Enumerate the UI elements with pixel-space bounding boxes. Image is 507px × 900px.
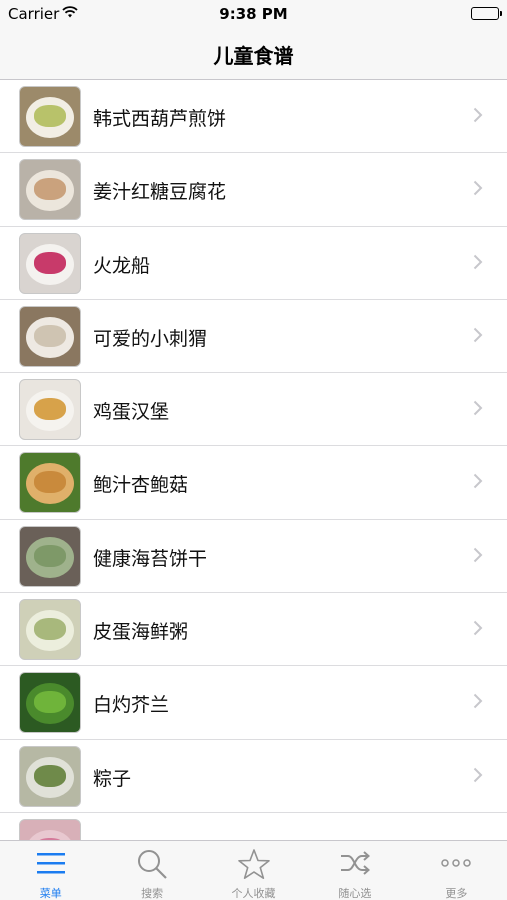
recipe-thumbnail bbox=[19, 818, 81, 840]
tab-label: 搜索 bbox=[141, 887, 164, 900]
chevron-right-icon bbox=[473, 327, 483, 347]
page-title: 儿童食谱 bbox=[213, 44, 294, 68]
recipe-name: 鲍汁杏鲍菇 bbox=[93, 474, 189, 497]
recipe-name: 可爱的小刺猬 bbox=[93, 327, 208, 350]
recipe-thumbnail bbox=[19, 159, 81, 221]
list-item[interactable]: 白灼芥兰 bbox=[0, 666, 507, 740]
recipe-name: 姜汁红糖豆腐花 bbox=[93, 181, 227, 204]
tab-search[interactable]: 搜索 bbox=[101, 841, 202, 900]
chevron-right-icon bbox=[473, 620, 483, 640]
tab-shuffle[interactable]: 随心选 bbox=[304, 841, 405, 900]
tab-label: 菜单 bbox=[39, 887, 62, 900]
recipe-list[interactable]: 韩式西葫芦煎饼 姜汁红糖豆腐花 火龙船可爱的小刺猬 鸡蛋汉堡鲍汁杏鲍菇健康海苔饼干 皮蛋… bbox=[0, 80, 507, 840]
tab-bar: 菜单 搜索 个人收藏 随心选 更多 bbox=[0, 840, 507, 900]
chevron-right-icon bbox=[473, 767, 483, 787]
list-item[interactable]: 鸡蛋汉堡 bbox=[0, 373, 507, 447]
recipe-name: 火龙船 bbox=[93, 254, 151, 277]
chevron-right-icon bbox=[473, 473, 483, 493]
recipe-thumbnail bbox=[19, 452, 81, 514]
list-item[interactable]: 可爱的小刺猬 bbox=[0, 300, 507, 374]
list-item[interactable]: 皮蛋海鲜粥 bbox=[0, 593, 507, 667]
recipe-name: 粽子 bbox=[93, 767, 132, 790]
tab-label: 随心选 bbox=[338, 887, 372, 900]
list-item[interactable]: 鲍汁杏鲍菇 bbox=[0, 446, 507, 520]
tab-more[interactable]: 更多 bbox=[406, 841, 507, 900]
list-item[interactable] bbox=[0, 813, 507, 840]
list-item[interactable]: 姜汁红糖豆腐花 bbox=[0, 153, 507, 227]
recipe-name: 白灼芥兰 bbox=[93, 694, 170, 717]
recipe-name: 鸡蛋汉堡 bbox=[93, 401, 170, 424]
recipe-thumbnail bbox=[19, 305, 81, 367]
chevron-right-icon bbox=[473, 400, 483, 420]
tab-star[interactable]: 个人收藏 bbox=[203, 841, 304, 900]
recipe-thumbnail bbox=[19, 232, 81, 294]
recipe-name: 皮蛋海鲜粥 bbox=[93, 621, 189, 644]
chevron-right-icon bbox=[473, 547, 483, 567]
recipe-name: 韩式西葫芦煎饼 bbox=[93, 108, 227, 130]
recipe-name: 健康海苔饼干 bbox=[93, 547, 208, 570]
list-item[interactable]: 火龙船 bbox=[0, 227, 507, 300]
list-item[interactable]: 韩式西葫芦煎饼 bbox=[0, 80, 507, 154]
tab-label: 个人收藏 bbox=[231, 887, 276, 900]
status-time: 9:38 PM bbox=[219, 5, 288, 23]
chevron-right-icon bbox=[473, 693, 483, 713]
status-bar: Carrier 9:38 PM bbox=[0, 0, 507, 28]
chevron-right-icon bbox=[473, 254, 483, 274]
tab-menu[interactable]: 菜单 bbox=[0, 841, 101, 900]
list-item[interactable]: 粽子 bbox=[0, 740, 507, 813]
recipe-thumbnail bbox=[19, 599, 81, 661]
chevron-right-icon bbox=[473, 180, 483, 200]
chevron-right-icon bbox=[473, 107, 483, 127]
recipe-thumbnail bbox=[19, 672, 81, 734]
battery-icon bbox=[471, 7, 502, 20]
recipe-thumbnail bbox=[19, 525, 81, 587]
tab-label: 更多 bbox=[445, 887, 468, 900]
recipe-thumbnail bbox=[19, 745, 81, 807]
recipe-thumbnail bbox=[19, 379, 81, 441]
navigation-bar: 儿童食谱 bbox=[0, 28, 507, 80]
list-item[interactable]: 健康海苔饼干 bbox=[0, 520, 507, 594]
recipe-thumbnail bbox=[19, 86, 81, 147]
